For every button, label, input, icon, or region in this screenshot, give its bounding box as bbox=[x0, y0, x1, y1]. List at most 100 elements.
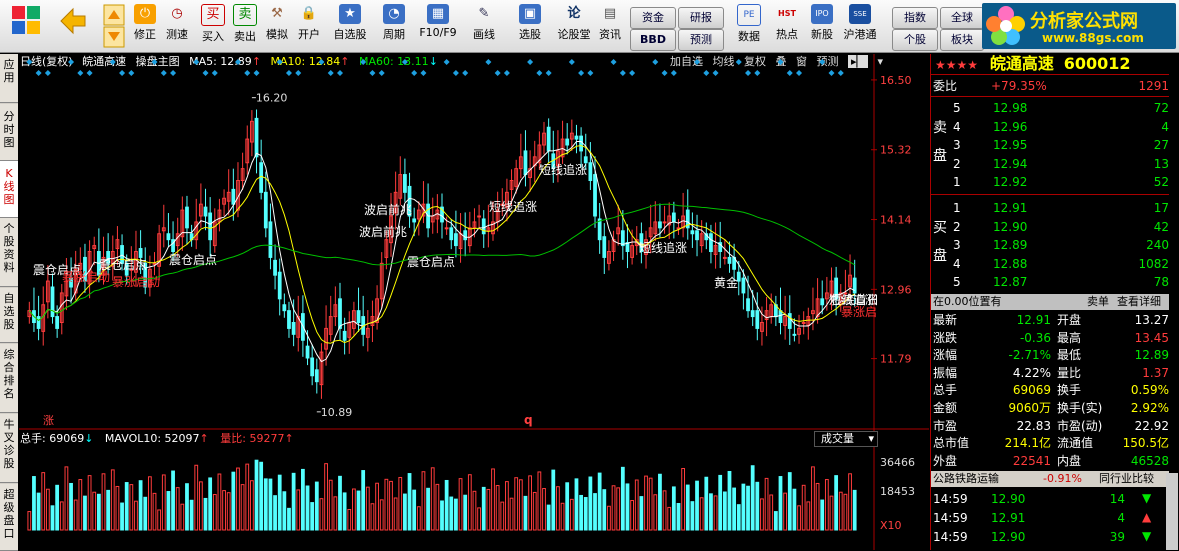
global-button[interactable]: 全球 bbox=[940, 7, 984, 29]
bbd-button[interactable]: BBD bbox=[630, 29, 676, 51]
volume-bar bbox=[440, 500, 444, 531]
signal-diamond-icon bbox=[128, 70, 135, 76]
forum-button[interactable]: 论论股堂 bbox=[554, 4, 594, 50]
peer-compare-link[interactable]: 同行业比较 bbox=[1099, 471, 1154, 487]
view-detail-link[interactable]: 查看详细 bbox=[1117, 294, 1161, 310]
logo-title: 分析家公式网 bbox=[1030, 11, 1138, 32]
speed-test-button[interactable]: ◷ 测速 bbox=[162, 4, 192, 50]
ipo-button[interactable]: IPO 新股 bbox=[806, 4, 838, 50]
sell-button[interactable]: 卖卖出 bbox=[230, 4, 260, 50]
buy-order-row: 2 12.90 42 bbox=[931, 219, 1169, 236]
simulate-button[interactable]: ⚒ 模拟 bbox=[262, 4, 292, 50]
forum-label: 论股堂 bbox=[557, 28, 591, 41]
tab-diagnosis[interactable]: 牛叉诊股 bbox=[0, 414, 18, 483]
signal-diamond-icon bbox=[336, 70, 343, 76]
volume-bar bbox=[764, 477, 769, 531]
signal-diamond-row bbox=[26, 59, 844, 76]
buy-order-row-cell: 1 bbox=[953, 201, 961, 215]
forecast-button[interactable]: 预测 bbox=[678, 29, 724, 51]
signal-diamond-icon bbox=[485, 59, 492, 65]
volume-bar bbox=[454, 498, 458, 531]
draw-line-button[interactable]: ✎ 画线 bbox=[464, 4, 504, 50]
app-menu-button[interactable] bbox=[6, 4, 46, 50]
volume-bar bbox=[639, 496, 644, 531]
tab-ranking[interactable]: 综合排名 bbox=[0, 344, 18, 413]
stat-row-cell: 市盈 bbox=[933, 418, 958, 433]
volume-bar bbox=[625, 483, 630, 531]
kline-chart[interactable]: 震仓启点 震仓启点 震仓启点暴涨启动 暴涨启动波启前兆波启前兆震仓启点短线追涨短线追涨… bbox=[19, 54, 929, 550]
hammer-icon: ⚒ bbox=[271, 6, 283, 21]
news-button[interactable]: ▤ 资讯 bbox=[596, 4, 624, 50]
candle-body bbox=[662, 221, 667, 224]
stocks-button[interactable]: 个股 bbox=[892, 29, 938, 51]
back-button[interactable] bbox=[56, 4, 90, 50]
signal-diamond-icon bbox=[670, 70, 677, 76]
tab-intraday[interactable]: 分时图 bbox=[0, 104, 18, 161]
signal-annotation: 短线追涨 bbox=[539, 162, 587, 177]
volume-bar bbox=[746, 485, 750, 531]
volume-bar bbox=[755, 481, 760, 531]
sell-single-link[interactable]: 卖单 bbox=[1087, 294, 1109, 310]
sell-order-row-cell: 12.98 bbox=[993, 101, 1028, 115]
sector-name[interactable]: 公路铁路运输 bbox=[933, 471, 999, 487]
hotspot-button[interactable]: HST 热点 bbox=[770, 4, 804, 50]
candle-body bbox=[852, 277, 857, 294]
signal-diamond-icon bbox=[151, 59, 158, 65]
volume-bar bbox=[588, 476, 593, 531]
stat-row: 市盈 22.83 市盈(动) 22.92 bbox=[931, 418, 1169, 435]
data-button[interactable]: PE 数据 bbox=[733, 4, 765, 50]
volume-bar bbox=[760, 498, 764, 531]
stat-row: 金额 9060万 换手(实) 2.92% bbox=[931, 400, 1169, 417]
quote-stock-name: 皖通高速 bbox=[989, 54, 1054, 73]
open-account-button[interactable]: 🔒 开户 bbox=[294, 4, 324, 50]
volume-bar bbox=[579, 494, 583, 531]
volume-bar bbox=[245, 463, 250, 531]
period-button[interactable]: ◔ 周期 bbox=[374, 4, 414, 50]
signal-diamond-icon bbox=[86, 70, 93, 76]
f10-button[interactable]: ▦ F10/F9 bbox=[416, 4, 460, 50]
volume-bar bbox=[384, 478, 389, 531]
stat-row-cell: 46528 bbox=[1130, 453, 1169, 468]
tab-watchlist[interactable]: 自选股 bbox=[0, 288, 18, 343]
f10-icon: ▦ bbox=[427, 4, 449, 24]
funds-button[interactable]: 资金 bbox=[630, 7, 676, 29]
stat-row-cell: 12.91 bbox=[1016, 313, 1051, 327]
modify-button[interactable]: ⏻ 修正 bbox=[130, 4, 160, 50]
volume-bar bbox=[607, 505, 611, 531]
volume-bar bbox=[824, 479, 829, 531]
volume-bar bbox=[110, 469, 115, 531]
volume-bar bbox=[769, 494, 774, 531]
sell-label: 卖出 bbox=[234, 30, 256, 43]
tab-stock-info[interactable]: 个股资料 bbox=[0, 218, 18, 287]
index-button[interactable]: 指数 bbox=[892, 7, 938, 29]
signal-diamond-icon bbox=[568, 59, 575, 65]
candle-body bbox=[454, 233, 458, 247]
tab-apps[interactable]: 应用 bbox=[0, 54, 18, 103]
buy-order-row-cell: 42 bbox=[1153, 219, 1169, 234]
candle-body bbox=[231, 188, 236, 205]
stat-row-cell: 4.22% bbox=[1012, 365, 1051, 380]
buy-button[interactable]: 买买入 bbox=[198, 4, 228, 50]
signal-diamond-icon bbox=[796, 70, 803, 76]
volume-bar bbox=[648, 477, 653, 531]
candle-body bbox=[403, 174, 407, 193]
stat-row-cell: 总手 bbox=[933, 383, 958, 398]
signal-annotation: 黄金 bbox=[714, 275, 738, 290]
back-arrow-icon bbox=[60, 7, 86, 35]
tab-super-quote[interactable]: 超级盘口 bbox=[0, 484, 18, 551]
signal-diamond-icon bbox=[401, 59, 408, 65]
indicator-select[interactable]: 成交量 ▾ bbox=[814, 431, 878, 447]
sector-button[interactable]: 板块 bbox=[940, 29, 984, 51]
tab-kline[interactable]: K线图 bbox=[0, 161, 18, 218]
volume-bar bbox=[106, 489, 111, 531]
volume-bar bbox=[829, 495, 834, 531]
research-button[interactable]: 研报 bbox=[678, 7, 724, 29]
watchlist-button[interactable]: ★ 自选股 bbox=[330, 4, 370, 50]
hk-connect-button[interactable]: SSE 沪港通 bbox=[840, 4, 880, 50]
candle-body bbox=[356, 310, 361, 323]
signal-diamond-icon bbox=[443, 59, 450, 65]
up-down-button[interactable] bbox=[100, 4, 128, 50]
tick-scrollbar[interactable] bbox=[1166, 473, 1178, 550]
stock-picker-button[interactable]: ▣ 选股 bbox=[510, 4, 550, 50]
candle-body bbox=[750, 310, 755, 318]
